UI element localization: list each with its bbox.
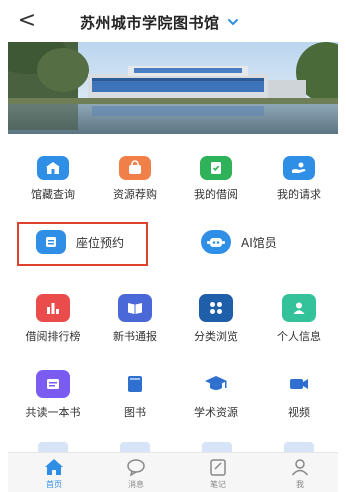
grid-item-resource-recommend[interactable]: 资源荐购: [92, 156, 178, 202]
page-title: 苏州城市学院图书馆: [80, 13, 220, 32]
graduation-cap-icon: [199, 370, 233, 398]
grid-label: 分类浏览: [194, 330, 238, 343]
grid-label: 新书通报: [113, 330, 157, 343]
robot-icon: [201, 230, 231, 254]
user-icon: [291, 459, 309, 476]
grid-label: 馆藏查询: [31, 188, 75, 201]
app-header: < 苏州城市学院图书馆: [0, 0, 346, 42]
grid-label: 我的请求: [277, 188, 321, 201]
library-banner[interactable]: [8, 42, 338, 134]
tab-label: 首页: [46, 480, 62, 489]
grid-item-personal-info[interactable]: 个人信息: [256, 294, 342, 344]
note-icon: [210, 459, 226, 476]
grid-label: 视频: [288, 406, 310, 419]
seat-reservation-label: 座位预约: [76, 235, 125, 250]
tab-me[interactable]: 我: [270, 457, 330, 490]
back-button[interactable]: <: [16, 9, 38, 33]
ranking-icon: [36, 294, 70, 322]
home-icon: [45, 459, 63, 475]
grid-item-academic-resources[interactable]: 学术资源: [173, 370, 259, 420]
grid-item-my-borrowing[interactable]: 我的借阅: [173, 156, 259, 202]
tab-label: 消息: [128, 480, 144, 489]
tab-home[interactable]: 首页: [24, 457, 84, 490]
tab-notes[interactable]: 笔记: [188, 457, 248, 490]
message-icon: [127, 459, 145, 477]
tab-label: 我: [296, 480, 304, 489]
seat-reservation-button[interactable]: 座位预约: [36, 230, 124, 254]
bottom-tab-bar: 首页 消息 笔记 我: [8, 452, 338, 492]
reading-icon: [36, 370, 70, 398]
shopping-bag-icon: [119, 156, 151, 180]
grid-label: 资源荐购: [113, 188, 157, 201]
seat-calendar-icon: [36, 230, 66, 254]
grid-item-books[interactable]: 图书: [92, 370, 178, 420]
chevron-down-icon: [227, 19, 238, 26]
book-check-icon: [200, 156, 232, 180]
grid-label: 学术资源: [194, 406, 238, 419]
library-building-photo: [8, 42, 338, 134]
person-icon: [282, 294, 316, 322]
building-icon: [37, 156, 69, 180]
grid-label: 图书: [124, 406, 146, 419]
grid-label: 共读一本书: [25, 406, 81, 419]
grid-item-read-together[interactable]: 共读一本书: [10, 370, 96, 420]
video-camera-icon: [282, 370, 316, 398]
grid-label: 我的借阅: [194, 188, 238, 201]
grid-item-video[interactable]: 视频: [256, 370, 342, 420]
book-icon: [118, 370, 152, 398]
grid-item-collection-search[interactable]: 馆藏查询: [10, 156, 96, 202]
grid-item-borrow-ranking[interactable]: 借阅排行榜: [10, 294, 96, 344]
grid-item-new-books[interactable]: 新书通报: [92, 294, 178, 344]
grid-label: 借阅排行榜: [25, 330, 81, 343]
hand-request-icon: [283, 156, 315, 180]
tab-label: 笔记: [210, 480, 226, 489]
ai-librarian-label: AI馆员: [241, 235, 277, 250]
grid-item-category-browse[interactable]: 分类浏览: [173, 294, 259, 344]
library-switcher[interactable]: 苏州城市学院图书馆: [80, 11, 240, 33]
ai-librarian-button[interactable]: AI馆员: [201, 230, 277, 254]
category-icon: [199, 294, 233, 322]
grid-item-my-requests[interactable]: 我的请求: [256, 156, 342, 202]
new-book-icon: [118, 294, 152, 322]
tab-messages[interactable]: 消息: [106, 457, 166, 490]
grid-label: 个人信息: [277, 330, 321, 343]
